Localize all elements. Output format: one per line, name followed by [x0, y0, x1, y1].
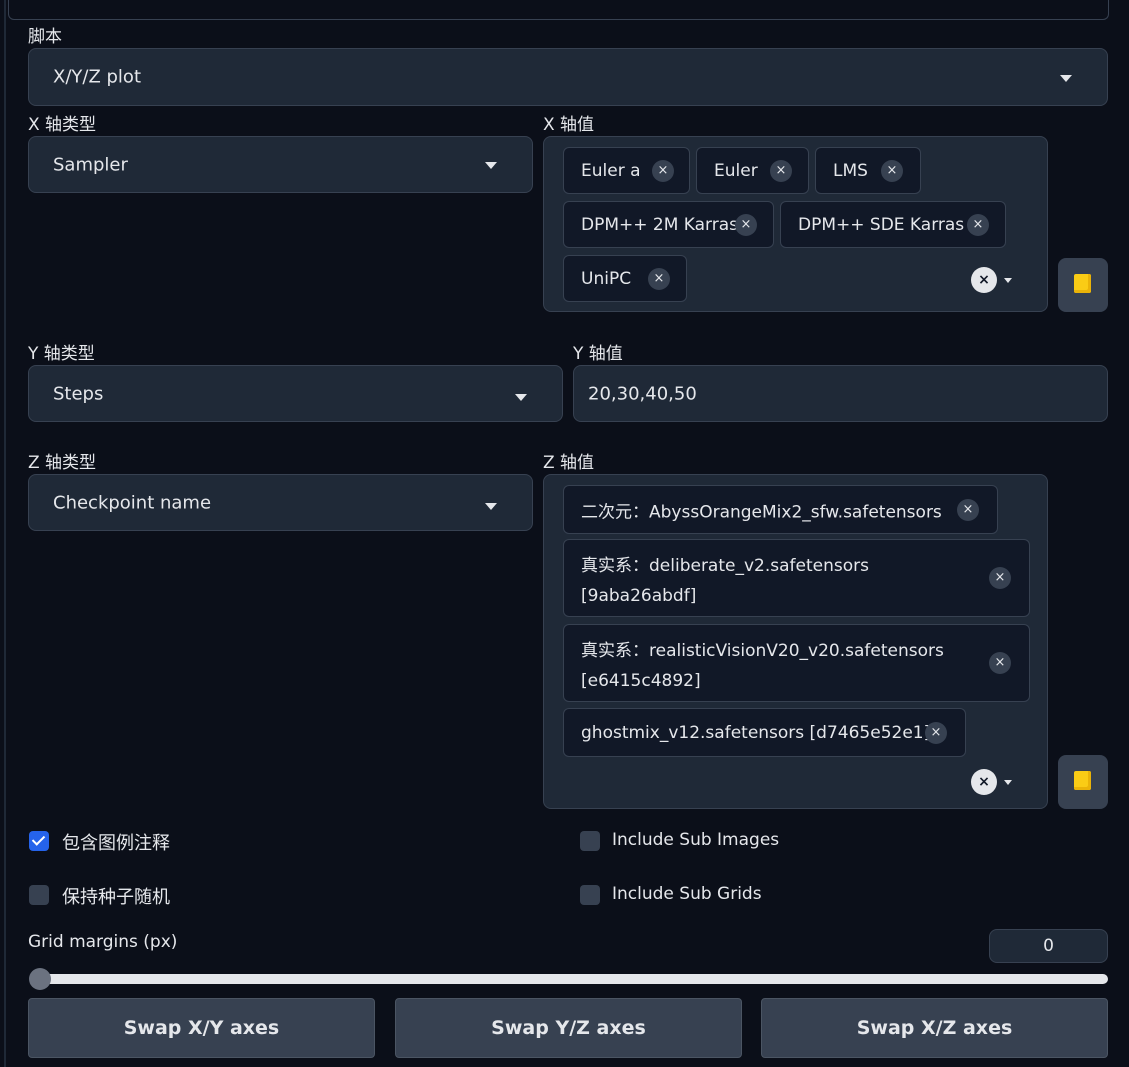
chevron-down-icon[interactable] — [1004, 278, 1012, 283]
folder-icon — [1074, 274, 1091, 293]
script-label: 脚本 — [28, 27, 62, 47]
z-axis-fill-button[interactable] — [1058, 755, 1108, 809]
x-axis-type-dropdown[interactable]: Sampler — [28, 136, 533, 193]
x-value-token: UniPC × — [563, 255, 687, 302]
close-icon[interactable]: × — [925, 721, 947, 744]
x-value-token: LMS × — [815, 147, 921, 194]
close-icon[interactable]: × — [989, 652, 1011, 674]
x-value-token: Euler × — [696, 147, 809, 194]
include-legend-label: 包含图例注释 — [62, 833, 170, 854]
y-axis-type-label: Y 轴类型 — [28, 344, 95, 364]
z-value-token: 真实系：deliberate_v2.safetensors [9aba26abdf… — [563, 539, 1030, 617]
chevron-down-icon[interactable] — [1004, 780, 1012, 785]
grid-margins-slider[interactable] — [30, 974, 1108, 984]
z-axis-values-multiselect[interactable]: 二次元：AbyssOrangeMix2_sfw.safetensors × 真实… — [543, 474, 1048, 809]
x-axis-type-label: X 轴类型 — [28, 115, 97, 135]
swap-yz-axes-button[interactable]: Swap Y/Z axes — [395, 998, 742, 1058]
clear-all-icon[interactable]: × — [971, 267, 997, 293]
chevron-down-icon — [485, 503, 497, 510]
z-value-token: ghostmix_v12.safetensors [d7465e52e1] × — [563, 708, 966, 757]
z-value-token: 二次元：AbyssOrangeMix2_sfw.safetensors × — [563, 485, 998, 534]
close-icon[interactable]: × — [881, 159, 903, 182]
grid-margins-label: Grid margins (px) — [28, 932, 178, 952]
include-sub-images-label: Include Sub Images — [612, 830, 780, 850]
z-axis-type-label: Z 轴类型 — [28, 453, 97, 473]
z-axis-type-value: Checkpoint name — [53, 492, 212, 513]
swap-xz-axes-button[interactable]: Swap X/Z axes — [761, 998, 1108, 1058]
chevron-down-icon — [1060, 75, 1072, 82]
y-axis-type-value: Steps — [53, 383, 104, 404]
include-sub-images-checkbox[interactable] — [580, 831, 600, 851]
close-icon[interactable]: × — [770, 159, 792, 182]
close-icon[interactable]: × — [648, 267, 670, 290]
include-legend-checkbox[interactable] — [29, 831, 49, 851]
x-value-token: DPM++ 2M Karras × — [563, 201, 774, 248]
grid-margins-number-input[interactable]: 0 — [989, 929, 1108, 963]
include-sub-grids-checkbox[interactable] — [580, 885, 600, 905]
x-value-token: DPM++ SDE Karras × — [780, 201, 1006, 248]
y-axis-values-input[interactable]: 20,30,40,50 — [573, 365, 1108, 422]
z-axis-type-dropdown[interactable]: Checkpoint name — [28, 474, 533, 531]
x-axis-type-value: Sampler — [53, 154, 128, 175]
x-axis-values-label: X 轴值 — [543, 115, 595, 135]
script-dropdown[interactable]: X/Y/Z plot — [28, 48, 1108, 106]
x-axis-fill-button[interactable] — [1058, 258, 1108, 312]
close-icon[interactable]: × — [957, 498, 979, 521]
swap-xy-axes-button[interactable]: Swap X/Y axes — [28, 998, 375, 1058]
keep-seed-random-checkbox[interactable] — [29, 885, 49, 905]
close-icon[interactable]: × — [652, 159, 674, 182]
z-value-token: 真实系：realisticVisionV20_v20.safetensors [e… — [563, 624, 1030, 702]
slider-handle[interactable] — [29, 968, 51, 990]
x-axis-values-multiselect[interactable]: Euler a × Euler × LMS × DPM++ 2M Karras … — [543, 136, 1048, 312]
y-axis-values-text: 20,30,40,50 — [588, 383, 697, 404]
script-dropdown-value: X/Y/Z plot — [53, 66, 142, 88]
z-axis-values-label: Z 轴值 — [543, 453, 595, 473]
close-icon[interactable]: × — [989, 567, 1011, 589]
folder-icon — [1074, 771, 1091, 790]
keep-seed-random-label: 保持种子随机 — [62, 887, 170, 908]
y-axis-type-dropdown[interactable]: Steps — [28, 365, 563, 422]
left-edge-divider — [4, 0, 6, 1067]
clear-all-icon[interactable]: × — [971, 769, 997, 795]
y-axis-values-label: Y 轴值 — [573, 344, 623, 364]
close-icon[interactable]: × — [967, 213, 989, 236]
previous-panel-edge — [8, 0, 1109, 20]
chevron-down-icon — [485, 162, 497, 169]
include-sub-grids-label: Include Sub Grids — [612, 884, 762, 904]
chevron-down-icon — [515, 394, 527, 401]
close-icon[interactable]: × — [735, 213, 757, 236]
x-value-token: Euler a × — [563, 147, 690, 194]
